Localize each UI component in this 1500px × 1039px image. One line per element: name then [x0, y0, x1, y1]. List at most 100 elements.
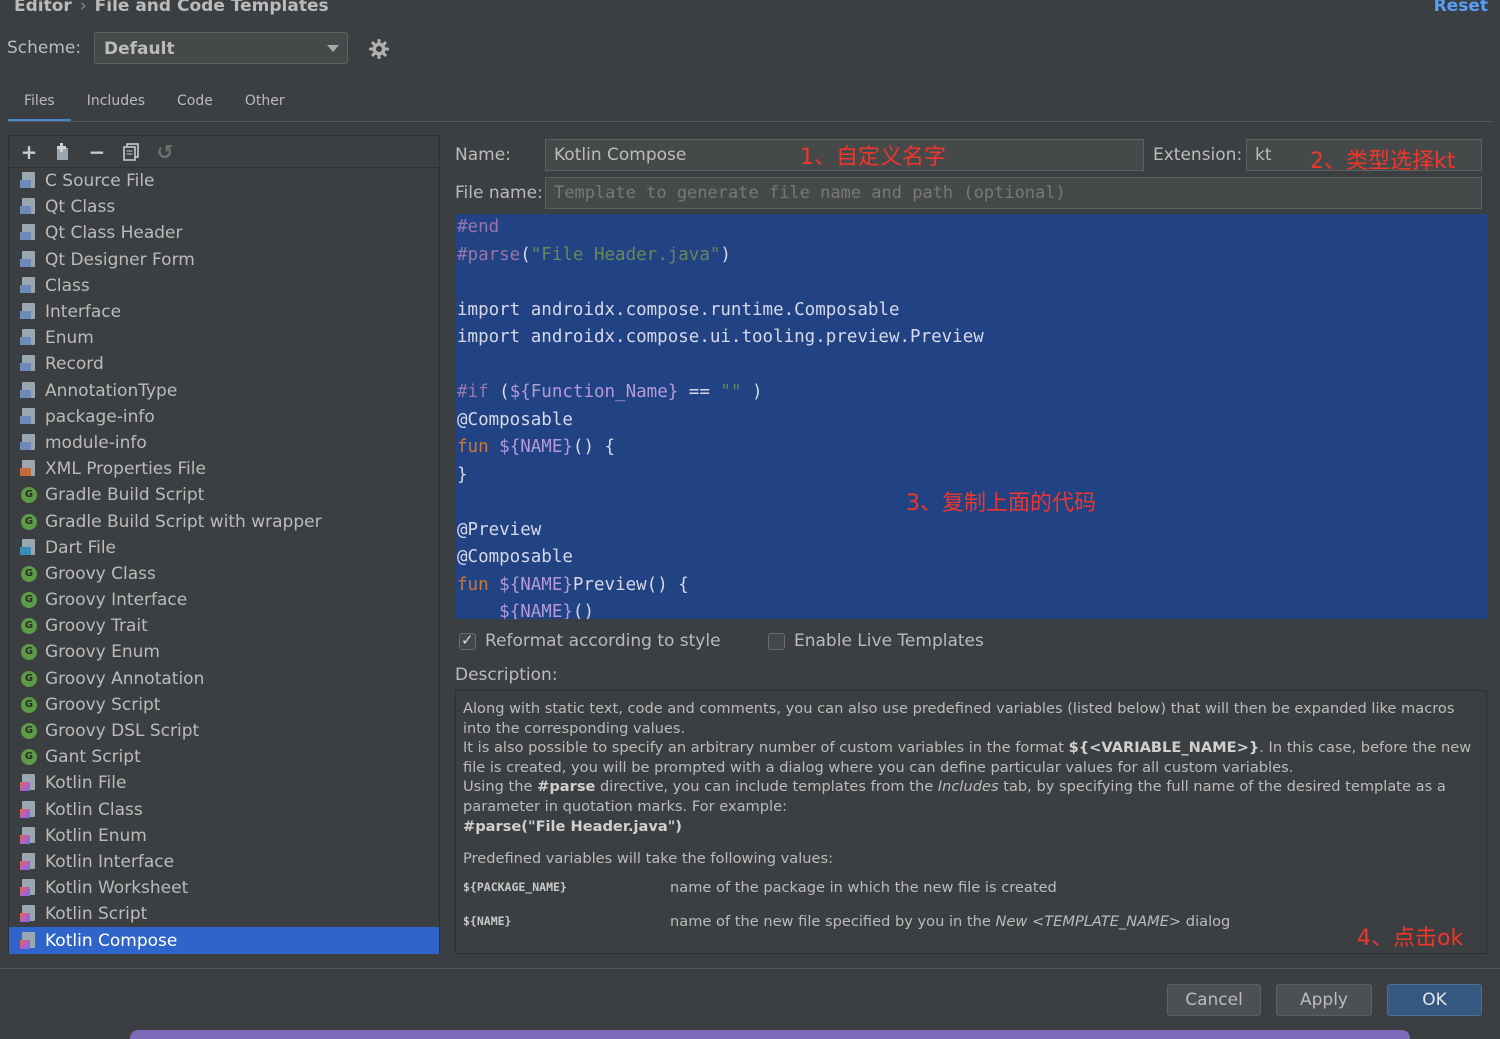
add-icon[interactable]: +: [17, 140, 41, 164]
code-line: @Composable: [457, 547, 573, 567]
annotation-1: 1、自定义名字: [800, 145, 946, 170]
template-item-label: Gradle Build Script: [45, 485, 205, 506]
code-line: #end: [457, 217, 500, 237]
gradle-file-icon: [19, 642, 39, 662]
reformat-option[interactable]: Reformat according to style: [459, 631, 721, 651]
scheme-label: Scheme:: [7, 38, 82, 58]
scheme-value: Default: [104, 39, 175, 59]
reset-to-default-icon[interactable]: ↺: [153, 140, 177, 164]
template-item[interactable]: Groovy DSL Script: [9, 718, 439, 744]
breadcrumb-parent[interactable]: Editor: [14, 0, 72, 16]
template-item[interactable]: Kotlin Script: [9, 901, 439, 927]
tab-includes[interactable]: Includes: [71, 84, 161, 122]
template-item[interactable]: Kotlin Class: [9, 797, 439, 823]
reformat-checkbox[interactable]: [459, 631, 476, 650]
add-child-icon[interactable]: [51, 140, 75, 164]
remove-icon[interactable]: −: [85, 140, 109, 164]
template-item-label: Groovy Interface: [45, 590, 188, 611]
description-panel: Along with static text, code and comment…: [455, 690, 1487, 954]
tab-files[interactable]: Files: [8, 84, 71, 122]
apply-button[interactable]: Apply: [1276, 984, 1372, 1016]
doc-file-icon: [19, 381, 39, 401]
template-item[interactable]: Enum: [9, 325, 439, 351]
template-item[interactable]: module-info: [9, 430, 439, 456]
template-item[interactable]: Qt Class: [9, 194, 439, 220]
template-item[interactable]: Groovy Annotation: [9, 666, 439, 692]
template-item-label: Enum: [45, 328, 94, 349]
tab-divider: [8, 121, 1492, 122]
template-item[interactable]: Groovy Interface: [9, 587, 439, 613]
template-item-label: Qt Class Header: [45, 223, 183, 244]
copy-icon[interactable]: [119, 140, 143, 164]
template-item[interactable]: Groovy Enum: [9, 639, 439, 665]
template-item[interactable]: AnnotationType: [9, 378, 439, 404]
template-item-label: Qt Designer Form: [45, 249, 195, 270]
tab-code[interactable]: Code: [161, 84, 229, 122]
dart-file-icon: [19, 538, 39, 558]
gradle-file-icon: [19, 747, 39, 767]
reset-link[interactable]: Reset: [1434, 0, 1488, 16]
gradle-file-icon: [19, 485, 39, 505]
template-list: C Source File Qt Class Qt Class Header Qt D…: [9, 168, 439, 954]
tab-other[interactable]: Other: [229, 84, 301, 122]
filename-input[interactable]: Template to generate file name and path …: [545, 177, 1482, 209]
template-item[interactable]: Gradle Build Script: [9, 482, 439, 508]
template-item[interactable]: Kotlin Worksheet: [9, 875, 439, 901]
breadcrumb-current: File and Code Templates: [94, 0, 329, 16]
template-toolbar: + − ↺: [9, 136, 439, 168]
template-code-editor[interactable]: #end #parse("File Header.java") import an…: [455, 214, 1487, 619]
template-item[interactable]: C Source File: [9, 168, 439, 194]
template-item-label: XML Properties File: [45, 459, 206, 480]
scheme-dropdown[interactable]: Default: [94, 32, 348, 64]
template-item[interactable]: Qt Class Header: [9, 220, 439, 246]
code-line: @Composable: [457, 409, 573, 430]
variable-name: ${NAME}: [463, 913, 512, 928]
template-item-label: Dart File: [45, 537, 117, 558]
chevron-down-icon: [327, 45, 339, 52]
ok-button[interactable]: OK: [1387, 984, 1482, 1016]
live-templates-checkbox[interactable]: [768, 632, 785, 650]
variable-row: ${NAME} name of the new file specified b…: [463, 905, 1479, 939]
annotation-2: 2、类型选择kt: [1310, 149, 1456, 174]
template-item[interactable]: XML Properties File: [9, 456, 439, 482]
doc-file-icon: [19, 250, 39, 270]
template-item-label: Groovy Enum: [45, 642, 160, 663]
template-item[interactable]: Groovy Class: [9, 561, 439, 587]
code-line: fun ${NAME}Preview() {: [457, 574, 689, 595]
gear-icon[interactable]: [368, 38, 390, 60]
cancel-button[interactable]: Cancel: [1167, 984, 1261, 1016]
breadcrumb: Editor › File and Code Templates: [14, 0, 329, 16]
doc-file-icon: [19, 171, 39, 191]
template-item[interactable]: Dart File: [9, 535, 439, 561]
template-item-label: C Source File: [45, 171, 155, 192]
template-item[interactable]: Kotlin File: [9, 770, 439, 796]
template-item[interactable]: Groovy Trait: [9, 613, 439, 639]
template-item[interactable]: Kotlin Compose: [9, 927, 439, 954]
gradle-file-icon: [19, 564, 39, 584]
live-templates-option[interactable]: Enable Live Templates: [768, 631, 984, 651]
kotlin-file-icon: [19, 852, 39, 872]
xml-file-icon: [19, 459, 39, 479]
template-item[interactable]: Gant Script: [9, 744, 439, 770]
template-item-label: Groovy Script: [45, 694, 161, 715]
template-item[interactable]: Record: [9, 351, 439, 377]
template-item[interactable]: Kotlin Enum: [9, 823, 439, 849]
desc-paragraph-2: It is also possible to specify an arbitr…: [463, 739, 1472, 776]
kotlin-file-icon: [19, 931, 39, 951]
template-item-label: AnnotationType: [45, 380, 178, 401]
template-item-label: Kotlin Enum: [45, 825, 147, 846]
template-item[interactable]: Class: [9, 273, 439, 299]
template-item-label: Kotlin Class: [45, 799, 143, 820]
live-templates-label: Enable Live Templates: [794, 631, 984, 651]
template-item[interactable]: package-info: [9, 404, 439, 430]
template-item-label: Kotlin Compose: [45, 930, 178, 951]
template-item[interactable]: Kotlin Interface: [9, 849, 439, 875]
template-item[interactable]: Groovy Script: [9, 692, 439, 718]
template-item[interactable]: Gradle Build Script with wrapper: [9, 508, 439, 534]
template-item[interactable]: Qt Designer Form: [9, 247, 439, 273]
gradle-file-icon: [19, 721, 39, 741]
description-label: Description:: [455, 665, 558, 685]
template-item-label: Gant Script: [45, 747, 141, 768]
template-item[interactable]: Interface: [9, 299, 439, 325]
